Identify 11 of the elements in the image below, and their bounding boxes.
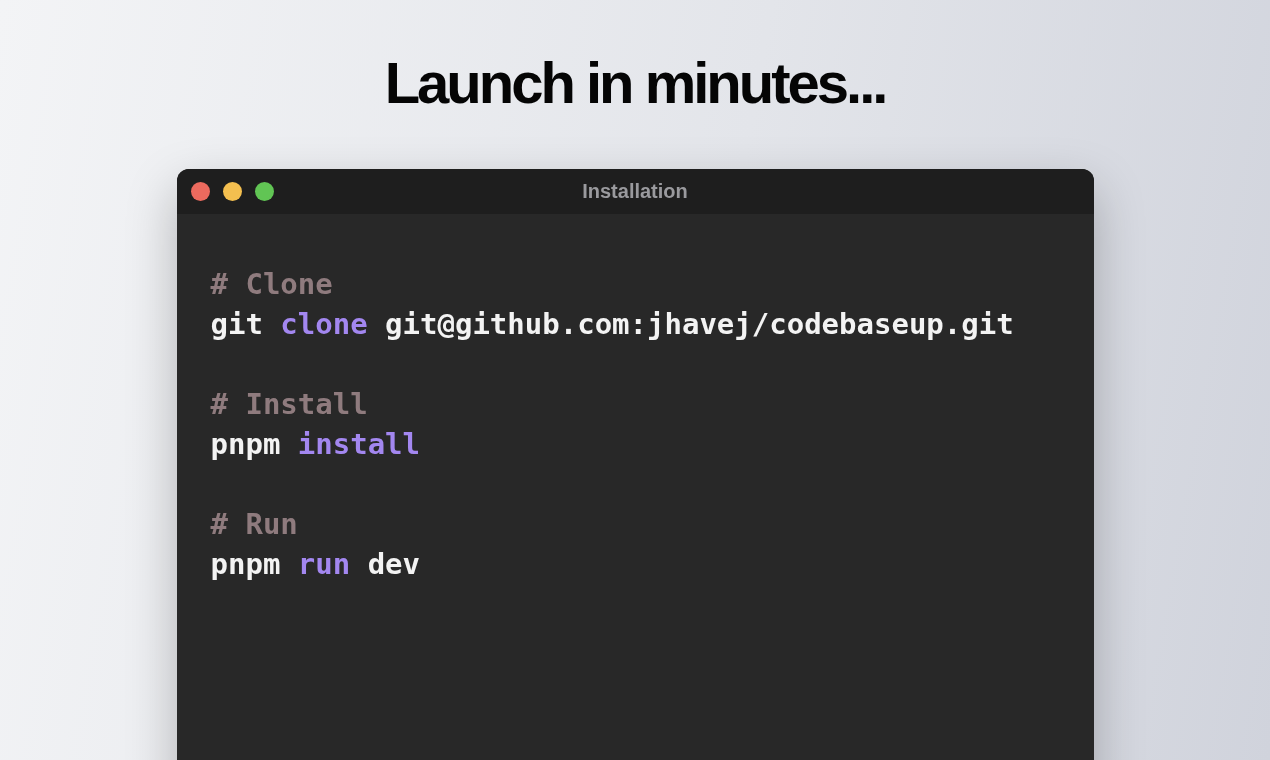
code-comment: # Run <box>210 506 298 543</box>
code-comment: # Install <box>210 386 368 423</box>
window-title: Installation <box>582 180 688 203</box>
code-line: pnpm install <box>210 426 421 463</box>
code-line: pnpm run dev <box>210 546 421 583</box>
window-control-dot[interactable] <box>190 182 210 201</box>
window-control-dot[interactable] <box>222 182 242 201</box>
page-heading: Launch in minutes... <box>384 50 886 116</box>
code-comment: # Clone <box>210 266 333 303</box>
window-control-dot[interactable] <box>254 182 274 201</box>
code-line: git clone git@github.com:jhavej/codebaseup.git <box>210 306 1014 343</box>
